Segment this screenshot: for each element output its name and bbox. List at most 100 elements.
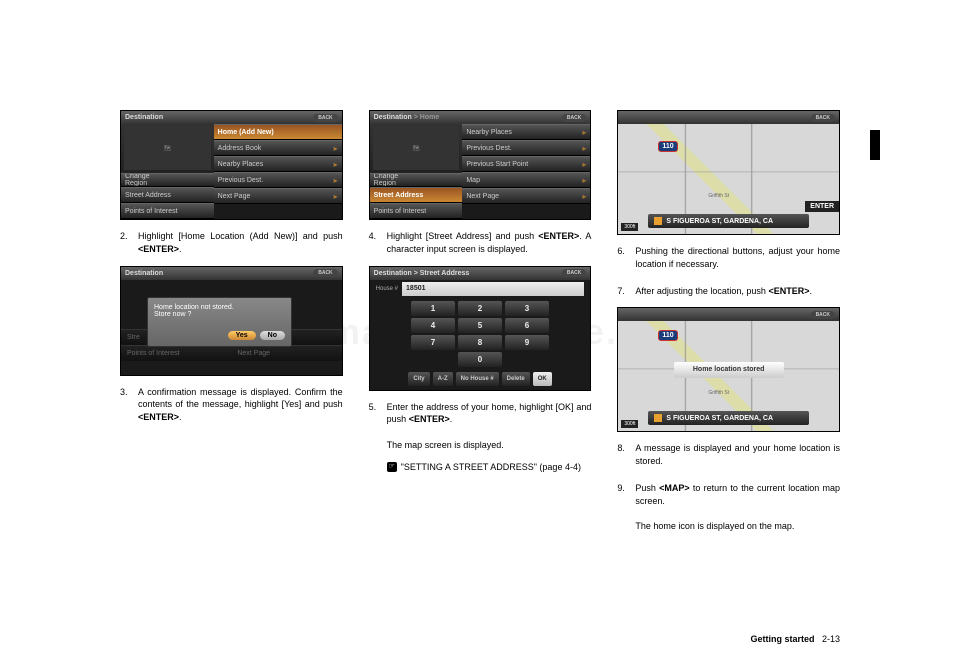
- step-number: 7.: [617, 285, 629, 298]
- key-2[interactable]: 2: [458, 301, 502, 316]
- reference-icon: ☞: [387, 462, 397, 472]
- step-number: 3.: [120, 386, 132, 424]
- column-1: Destination BACK 🗺 Change Region Street …: [120, 110, 343, 533]
- step-number: 5.: [369, 401, 381, 427]
- screenshot-keypad: Destination > Street Address BACK House …: [369, 266, 592, 391]
- page-footer: Getting started 2-13: [750, 634, 840, 644]
- menu-previous-dest[interactable]: Previous Dest.▸: [214, 172, 342, 188]
- house-number-input[interactable]: 18501: [402, 282, 584, 296]
- back-button[interactable]: BACK: [313, 269, 337, 277]
- nav-breadcrumb: > Home: [412, 114, 439, 121]
- step-number: 4.: [369, 230, 381, 256]
- change-region-button[interactable]: Change Region: [370, 173, 463, 187]
- dim-row-next: Next Page: [231, 345, 341, 361]
- nav-title: Destination: [125, 270, 163, 277]
- back-button[interactable]: BACK: [562, 114, 586, 122]
- column-2: Destination > Home BACK 🗺 Change Region …: [369, 110, 592, 533]
- key-0[interactable]: 0: [458, 352, 502, 367]
- step-5-ref: ☞"SETTING A STREET ADDRESS" (page 4-4): [387, 461, 592, 474]
- nav-header: Destination > Home BACK: [370, 111, 591, 124]
- step-number: 8.: [617, 442, 629, 468]
- step-5: 5. Enter the address of your home, highl…: [369, 401, 592, 427]
- change-region-button[interactable]: Change Region: [121, 173, 214, 187]
- no-house-button[interactable]: No House #: [456, 372, 499, 386]
- menu-home-add-new[interactable]: Home (Add New)▸: [214, 124, 342, 140]
- key-1[interactable]: 1: [411, 301, 455, 316]
- step-8: 8. A message is displayed and your home …: [617, 442, 840, 468]
- menu-prev-start[interactable]: Previous Start Point▸: [462, 156, 590, 172]
- section-name: Getting started: [750, 634, 814, 644]
- az-button[interactable]: A-Z: [433, 372, 453, 386]
- back-button[interactable]: BACK: [811, 311, 835, 319]
- section-tab: [870, 130, 880, 160]
- back-button[interactable]: BACK: [562, 269, 586, 277]
- nav-header-2: Destination BACK: [121, 267, 342, 280]
- interstate-shield-icon: 110: [658, 330, 677, 341]
- confirm-dialog: Home location not stored. Store now ? Ye…: [147, 297, 292, 347]
- step-6: 6. Pushing the directional buttons, adju…: [617, 245, 840, 271]
- street-name-label: Griffith St: [708, 193, 729, 199]
- house-label: House #: [376, 286, 398, 292]
- page-content: Destination BACK 🗺 Change Region Street …: [120, 110, 840, 533]
- marker-icon: [654, 414, 662, 422]
- menu-nearby-places[interactable]: Nearby Places▸: [214, 156, 342, 172]
- key-3[interactable]: 3: [505, 301, 549, 316]
- menu-next-page[interactable]: Next Page▸: [214, 188, 342, 204]
- menu-map[interactable]: Map▸: [462, 172, 590, 188]
- key-6[interactable]: 6: [505, 318, 549, 333]
- poi-button[interactable]: Points of Interest: [121, 203, 214, 219]
- key-8[interactable]: 8: [458, 335, 502, 350]
- current-street-bar: S FIGUEROA ST, GARDENA, CA: [648, 214, 809, 228]
- key-5[interactable]: 5: [458, 318, 502, 333]
- dialog-msg-2: Store now ?: [154, 311, 285, 318]
- key-7[interactable]: 7: [411, 335, 455, 350]
- interstate-shield-icon: 110: [658, 141, 677, 152]
- step-9-sub: The home icon is displayed on the map.: [635, 520, 840, 533]
- arrow-icon: ▸: [334, 128, 338, 137]
- street-address-button[interactable]: Street Address: [121, 187, 214, 203]
- poi-button[interactable]: Points of Interest: [370, 203, 463, 219]
- region-map-thumb: 🗺: [124, 127, 211, 170]
- step-9: 9. Push <MAP> to return to the current l…: [617, 482, 840, 508]
- page-number: 2-13: [822, 634, 840, 644]
- nav-title: Destination > Street Address: [374, 270, 470, 277]
- enter-tag: ENTER: [805, 201, 839, 212]
- key-9[interactable]: 9: [505, 335, 549, 350]
- delete-button[interactable]: Delete: [502, 372, 530, 386]
- step-number: 9.: [617, 482, 629, 508]
- map-scale: 300ft: [621, 223, 638, 231]
- dialog-msg-1: Home location not stored.: [154, 304, 285, 311]
- menu-nearby-places[interactable]: Nearby Places▸: [462, 124, 590, 140]
- nav-header: Destination > Street Address BACK: [370, 267, 591, 280]
- screenshot-map-adjust: BACK 110 Griffith St ENTER S FIGUEROA ST…: [617, 110, 840, 235]
- current-street-bar: S FIGUEROA ST, GARDENA, CA: [648, 411, 809, 425]
- nav-title: Destination: [125, 114, 163, 121]
- nav-header: Destination BACK: [121, 111, 342, 124]
- menu-next-page[interactable]: Next Page▸: [462, 188, 590, 204]
- screenshot-destination-menu: Destination BACK 🗺 Change Region Street …: [120, 110, 343, 220]
- yes-button[interactable]: Yes: [228, 331, 256, 340]
- nav-title: Destination: [374, 114, 412, 121]
- key-4[interactable]: 4: [411, 318, 455, 333]
- region-map-thumb: 🗺: [373, 127, 460, 170]
- street-name-label: Griffith St: [708, 390, 729, 396]
- back-button[interactable]: BACK: [811, 114, 835, 122]
- nav-header: BACK: [618, 111, 839, 124]
- back-button[interactable]: BACK: [313, 114, 337, 122]
- ok-button[interactable]: OK: [533, 372, 552, 386]
- step-4: 4. Highlight [Street Address] and push <…: [369, 230, 592, 256]
- city-button[interactable]: City: [408, 372, 429, 386]
- no-button[interactable]: No: [260, 331, 285, 340]
- column-3: BACK 110 Griffith St ENTER S FIGUEROA ST…: [617, 110, 840, 533]
- screenshot-destination-home: Destination > Home BACK 🗺 Change Region …: [369, 110, 592, 220]
- screenshot-map-stored: BACK 110 Home location stored Griffith S…: [617, 307, 840, 432]
- nav-header: BACK: [618, 308, 839, 321]
- street-address-button[interactable]: Street Address: [370, 187, 463, 203]
- step-number: 6.: [617, 245, 629, 271]
- menu-address-book[interactable]: Address Book▸: [214, 140, 342, 156]
- menu-previous-dest[interactable]: Previous Dest.▸: [462, 140, 590, 156]
- step-3: 3. A confirmation message is displayed. …: [120, 386, 343, 424]
- step-7: 7. After adjusting the location, push <E…: [617, 285, 840, 298]
- step-number: 2.: [120, 230, 132, 256]
- numeric-keypad: 1 2 3 4 5 6 7 8 9 0: [370, 298, 591, 390]
